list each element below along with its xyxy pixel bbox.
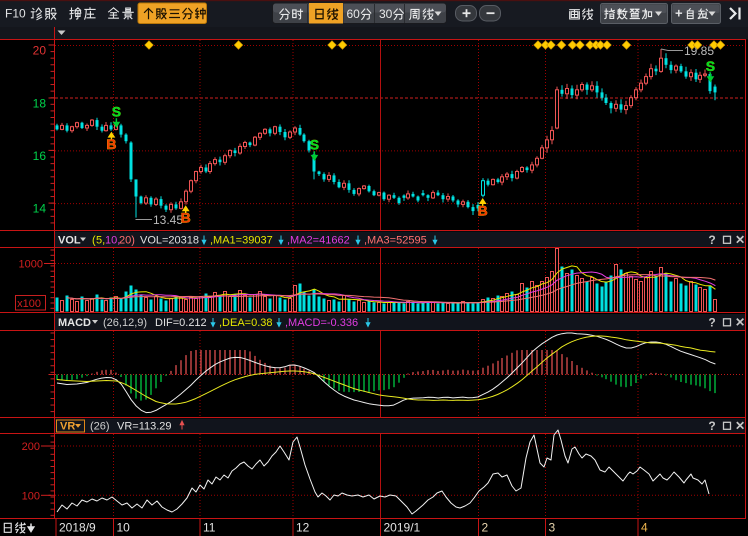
svg-text:12: 12 xyxy=(296,521,310,535)
svg-text:(26): (26) xyxy=(90,421,110,433)
svg-text:B: B xyxy=(106,136,116,152)
svg-text:S: S xyxy=(310,137,319,153)
svg-text:VR=113.29: VR=113.29 xyxy=(117,421,172,433)
svg-text:2019/1: 2019/1 xyxy=(384,521,421,535)
svg-text:S: S xyxy=(112,104,121,120)
svg-text:14: 14 xyxy=(33,202,47,216)
svg-text:DIF=0.212: DIF=0.212 xyxy=(155,317,207,329)
svg-text:,DEA=0.38: ,DEA=0.38 xyxy=(219,317,273,329)
svg-text:?: ? xyxy=(708,233,715,247)
svg-text:30: 30 xyxy=(379,7,393,21)
svg-text:,MA3=52595: ,MA3=52595 xyxy=(364,235,427,247)
svg-text:4: 4 xyxy=(641,521,648,535)
svg-text:3: 3 xyxy=(549,521,556,535)
svg-text:(26,12,9): (26,12,9) xyxy=(103,317,147,329)
svg-text:2018/9: 2018/9 xyxy=(59,521,96,535)
svg-text:VOL: VOL xyxy=(58,235,81,247)
svg-text:10,: 10, xyxy=(105,235,120,247)
svg-text:VR: VR xyxy=(60,421,75,433)
svg-text:16: 16 xyxy=(33,149,47,163)
svg-text:100: 100 xyxy=(22,491,40,503)
svg-text:60: 60 xyxy=(347,7,361,21)
svg-text:20: 20 xyxy=(33,44,47,58)
svg-text:+: + xyxy=(675,6,683,21)
svg-text:18: 18 xyxy=(33,97,47,111)
svg-text:F10: F10 xyxy=(5,7,26,21)
svg-text:B: B xyxy=(478,202,488,218)
svg-text:13.45: 13.45 xyxy=(153,213,183,227)
svg-text:,MA2=41662: ,MA2=41662 xyxy=(287,235,350,247)
svg-text:2: 2 xyxy=(482,521,489,535)
svg-text:11: 11 xyxy=(203,521,216,535)
svg-text:S: S xyxy=(706,58,715,74)
svg-text:,MACD=-0.336: ,MACD=-0.336 xyxy=(285,317,358,329)
svg-text:5,: 5, xyxy=(96,235,105,247)
svg-text:20): 20) xyxy=(119,235,135,247)
svg-text:200: 200 xyxy=(22,441,40,453)
svg-text:?: ? xyxy=(708,419,715,433)
svg-text:VOL=20318: VOL=20318 xyxy=(140,235,199,247)
svg-text:,MA1=39037: ,MA1=39037 xyxy=(210,235,273,247)
svg-text:?: ? xyxy=(708,316,715,330)
svg-text:x100: x100 xyxy=(17,298,41,310)
svg-text:1000: 1000 xyxy=(19,259,43,271)
svg-text:10: 10 xyxy=(117,521,131,535)
svg-text:MACD: MACD xyxy=(58,317,91,329)
svg-text:B: B xyxy=(181,210,191,226)
